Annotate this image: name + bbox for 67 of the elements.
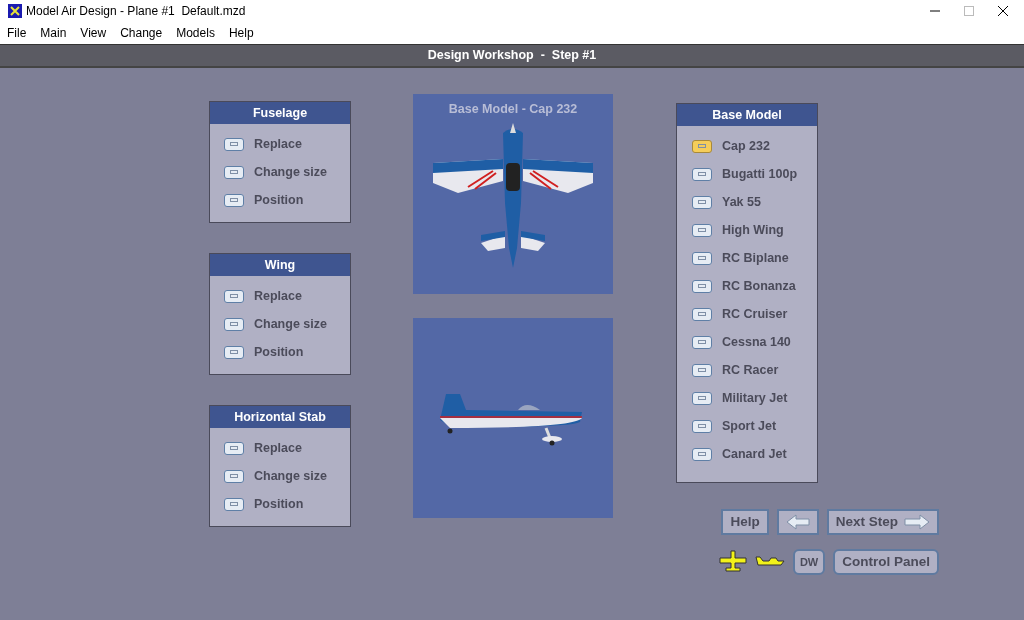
plane-top-icon[interactable] [718, 550, 747, 574]
option-label: Position [254, 495, 304, 513]
option-button[interactable] [224, 137, 244, 151]
model-label: Canard Jet [722, 445, 787, 463]
menu-item[interactable]: Models [169, 24, 222, 42]
model-label: RC Biplane [722, 249, 789, 267]
option-button[interactable] [692, 391, 712, 405]
option-button[interactable] [692, 167, 712, 181]
menu-item[interactable]: Change [113, 24, 170, 42]
next-step-button[interactable]: Next Step [826, 509, 939, 535]
option-button[interactable] [224, 469, 244, 483]
option-button[interactable] [224, 345, 244, 359]
preview-title: Base Model - Cap 232 [448, 101, 578, 118]
help-button[interactable]: Help [721, 509, 769, 535]
model-label: Sport Jet [722, 417, 777, 435]
panel-title: Fuselage [210, 102, 350, 124]
menu-item[interactable]: Help [221, 24, 261, 42]
option-button[interactable] [692, 307, 712, 321]
option-button[interactable] [224, 497, 244, 511]
dw-button[interactable]: DW [792, 549, 826, 575]
model-label: Yak 55 [722, 193, 761, 211]
menu-item[interactable]: View [73, 24, 114, 42]
app-icon [8, 4, 22, 18]
plane-side-icon[interactable] [754, 555, 785, 569]
panel-title: Wing [210, 254, 350, 276]
step-header: Design Workshop - Step #1 [0, 44, 1024, 68]
maximize-icon[interactable] [964, 6, 974, 16]
panel-title: Base Model [677, 104, 817, 126]
option-button[interactable] [692, 447, 712, 461]
option-label: Replace [254, 439, 302, 457]
model-label: High Wing [722, 221, 784, 239]
panel-title: Horizontal Stab [210, 406, 350, 428]
option-label: Replace [254, 135, 302, 153]
option-button[interactable] [224, 165, 244, 179]
option-button[interactable] [692, 419, 712, 433]
option-button[interactable] [692, 279, 712, 293]
option-button[interactable] [692, 195, 712, 209]
option-button[interactable] [692, 363, 712, 377]
option-label: Change size [254, 315, 327, 333]
window-title: Model Air Design - Plane #1 Default.mzd [26, 3, 246, 20]
option-label: Replace [254, 287, 302, 305]
option-button[interactable] [224, 289, 244, 303]
back-button[interactable] [776, 509, 819, 535]
model-label: Military Jet [722, 389, 788, 407]
control-panel-button[interactable]: Control Panel [833, 549, 939, 575]
option-button[interactable] [692, 335, 712, 349]
option-button[interactable] [692, 251, 712, 265]
menu-item[interactable]: Main [33, 24, 74, 42]
model-label: RC Bonanza [722, 277, 796, 295]
option-button[interactable] [692, 223, 712, 237]
model-label: Cessna 140 [722, 333, 791, 351]
model-label: Cap 232 [722, 137, 770, 155]
close-icon[interactable] [998, 6, 1008, 16]
option-label: Change size [254, 467, 327, 485]
left-arrow-icon [785, 514, 810, 530]
option-label: Change size [254, 163, 327, 181]
menu-item[interactable]: File [0, 24, 34, 42]
right-arrow-icon [904, 514, 930, 530]
model-label: Bugatti 100p [722, 165, 797, 183]
option-button[interactable] [692, 139, 712, 153]
model-label: RC Racer [722, 361, 779, 379]
option-button[interactable] [224, 441, 244, 455]
option-button[interactable] [224, 193, 244, 207]
option-button[interactable] [224, 317, 244, 331]
model-label: RC Cruiser [722, 305, 788, 323]
option-label: Position [254, 191, 304, 209]
option-label: Position [254, 343, 304, 361]
